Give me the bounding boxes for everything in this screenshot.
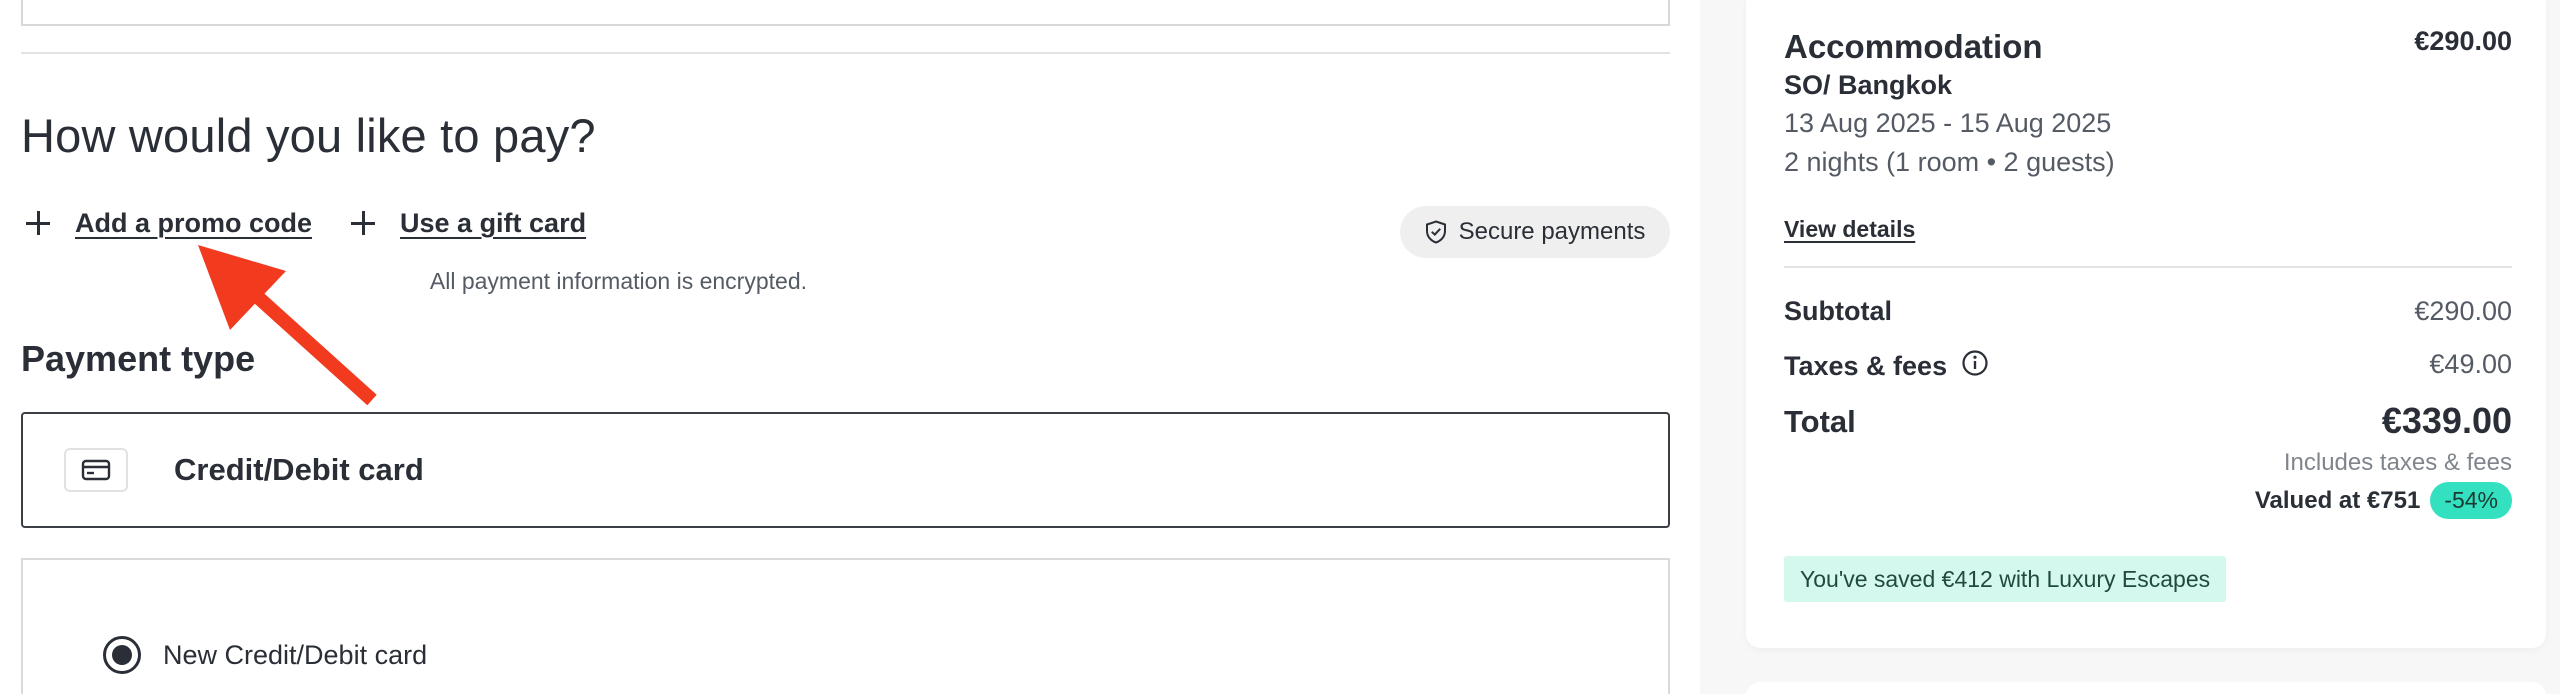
stay-dates: 13 Aug 2025 - 15 Aug 2025 (1784, 108, 2112, 138)
previous-section-box (21, 0, 1670, 26)
taxes-value: €49.00 (2429, 349, 2512, 379)
next-summary-card (1746, 682, 2546, 694)
total-label: Total (1784, 404, 1856, 439)
hotel-name: SO/ Bangkok (1784, 70, 1953, 100)
shield-check-icon (1425, 220, 1447, 244)
info-icon[interactable] (1961, 349, 1989, 384)
includes-taxes-note: Includes taxes & fees (2283, 449, 2512, 476)
plus-icon[interactable] (21, 206, 55, 240)
valued-row: Valued at €751 -54% (2255, 482, 2512, 519)
arrow-annotation (198, 245, 377, 406)
view-details-link[interactable]: View details (1784, 216, 1915, 243)
new-card-panel: New Credit/Debit card (21, 558, 1670, 694)
new-card-label[interactable]: New Credit/Debit card (163, 640, 427, 671)
discount-badge: -54% (2430, 482, 2512, 519)
use-gift-card-link[interactable]: Use a gift card (400, 208, 586, 239)
valued-at-text: Valued at €751 (2254, 486, 2421, 514)
divider (21, 52, 1670, 54)
summary-divider (1784, 266, 2512, 268)
subtotal-value: €290.00 (2414, 296, 2512, 326)
accommodation-title: Accommodation (1784, 28, 2043, 65)
booking-summary: Accommodation €290.00 SO/ Bangkok 13 Aug… (1746, 0, 2546, 648)
radio-selected-icon[interactable] (103, 636, 141, 674)
nights-info: 2 nights (1 room • 2 guests) (1784, 147, 2115, 177)
secure-payments-label: Secure payments (1458, 218, 1646, 245)
savings-banner: You've saved €412 with Luxury Escapes (1784, 556, 2227, 602)
credit-card-icon (64, 448, 128, 492)
subtotal-label: Subtotal (1784, 296, 1892, 326)
secure-payments-badge: Secure payments (1400, 206, 1670, 258)
encrypted-note: All payment information is encrypted. (429, 268, 807, 294)
taxes-label: Taxes & fees (1784, 351, 1948, 381)
payment-panel: How would you like to pay? Add a promo c… (0, 0, 1700, 694)
credit-debit-card-label: Credit/Debit card (174, 452, 424, 487)
credit-debit-card-option[interactable]: Credit/Debit card (21, 412, 1670, 528)
taxes-row-label: Taxes & fees (1784, 349, 1989, 384)
add-promo-code-link[interactable]: Add a promo code (75, 208, 312, 239)
accommodation-price: €290.00 (2414, 26, 2512, 56)
total-value: €339.00 (2381, 400, 2512, 441)
payment-heading: How would you like to pay? (21, 109, 596, 162)
checkout-page: How would you like to pay? Add a promo c… (0, 0, 2560, 694)
